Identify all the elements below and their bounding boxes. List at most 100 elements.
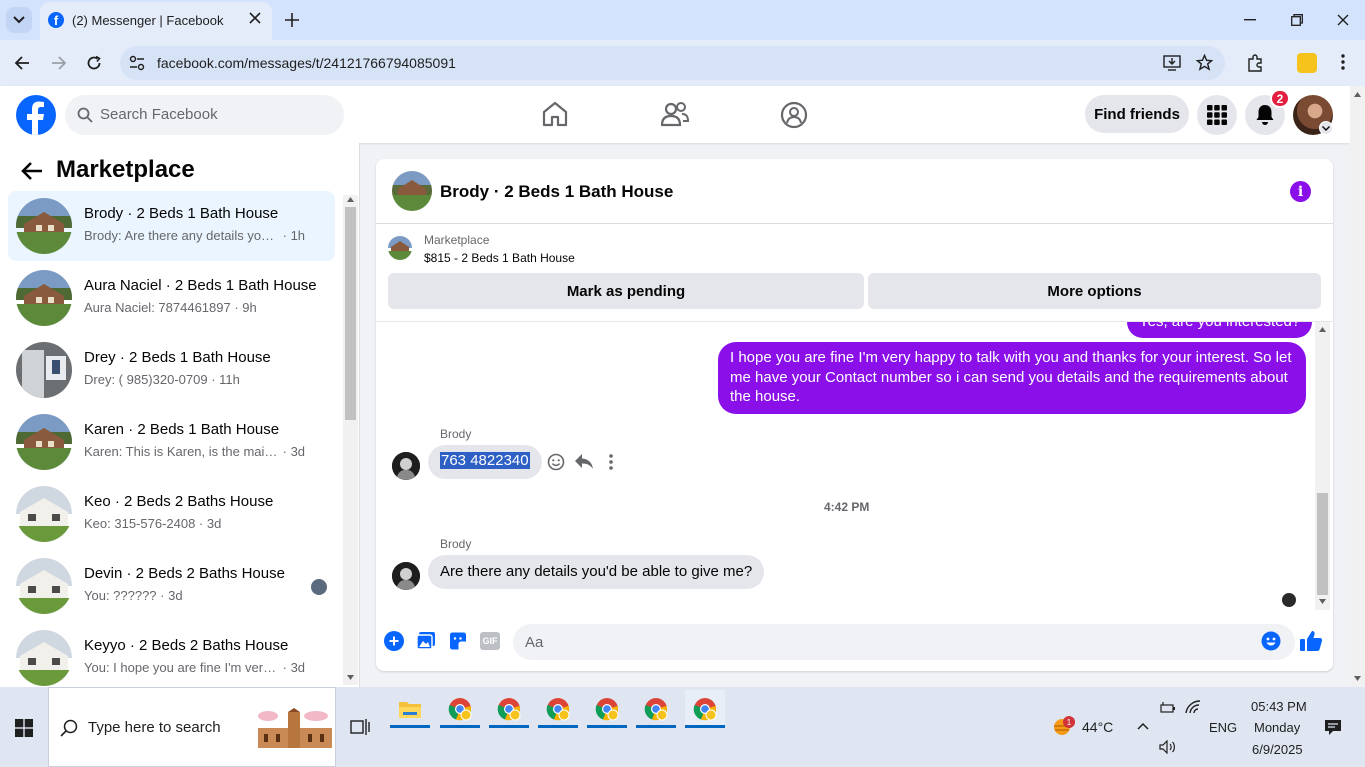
forward-icon[interactable] [51, 55, 67, 71]
chrome-taskbar-button[interactable] [489, 690, 529, 728]
url-text[interactable]: facebook.com/messages/t/2412176679408509… [157, 55, 456, 71]
conversation-snippet: Aura Naciel: 7874461897 [84, 300, 231, 315]
chat-title[interactable]: Brody · 2 Beds 1 Bath House [440, 182, 673, 202]
like-thumbs-up-icon[interactable] [1299, 629, 1323, 653]
page-scroll-up-icon[interactable] [1354, 92, 1361, 97]
minimize-icon[interactable] [1244, 19, 1256, 21]
home-nav-icon[interactable] [541, 101, 569, 127]
bookmark-star-icon[interactable] [1196, 54, 1213, 71]
sender-avatar[interactable] [392, 452, 420, 480]
conversation-snippet: Keo: 315-576-2408 [84, 516, 196, 531]
scroll-up-arrow-icon[interactable] [347, 197, 354, 202]
outgoing-message-bubble[interactable]: Yes, are you interested? [1127, 322, 1313, 338]
action-center-icon[interactable] [1324, 719, 1342, 736]
mark-as-pending-button[interactable]: Mark as pending [388, 273, 864, 309]
menu-button[interactable] [1197, 95, 1237, 135]
browser-menu-icon[interactable] [1341, 54, 1345, 70]
selected-phone-number: 763 4822340 [440, 452, 530, 469]
conversation-item[interactable]: Karen · 2 Beds 1 Bath House Karen: This i… [8, 407, 335, 477]
account-chevron-icon[interactable] [1319, 121, 1333, 135]
attach-photo-icon[interactable] [416, 631, 436, 651]
chrome-taskbar-button[interactable] [440, 690, 480, 728]
conversation-snippet-line: You: ?????? · 3d [84, 588, 183, 603]
page-scroll-down-icon[interactable] [1354, 676, 1361, 681]
new-tab-icon[interactable] [284, 12, 300, 28]
close-tab-icon[interactable] [248, 11, 262, 25]
more-options-button[interactable]: More options [868, 273, 1321, 309]
chat-scroll-up-icon[interactable] [1319, 327, 1326, 332]
chrome-icon [595, 698, 619, 721]
separator-dot: · [279, 444, 291, 459]
bell-icon [1256, 105, 1274, 125]
friends-nav-icon[interactable] [661, 101, 689, 127]
conversation-item[interactable]: Aura Naciel · 2 Beds 1 Bath House Aura Na… [8, 263, 335, 333]
conversation-item[interactable]: Keo · 2 Beds 2 Baths House Keo: 315-576-2… [8, 479, 335, 549]
clock-time[interactable]: 05:43 PM [1251, 699, 1307, 714]
conversation-time: 3d [290, 444, 306, 459]
conversation-snippet: Brody: Are there any details you'd be ab… [84, 228, 279, 243]
back-icon[interactable] [14, 55, 30, 71]
conversation-time: 9h [242, 300, 257, 315]
more-actions-plus-icon[interactable] [384, 631, 404, 651]
conversation-scrollbar-thumb[interactable] [345, 207, 356, 420]
info-icon[interactable]: i [1290, 181, 1311, 202]
back-arrow-icon[interactable] [21, 161, 43, 181]
volume-icon[interactable] [1159, 740, 1177, 754]
find-friends-button[interactable]: Find friends [1085, 95, 1189, 133]
conversation-item[interactable]: Devin · 2 Beds 2 Baths House You: ?????? … [8, 551, 335, 621]
battery-icon[interactable] [1160, 701, 1176, 714]
clock-date[interactable]: 6/9/2025 [1252, 742, 1303, 757]
gif-icon[interactable]: GIF [480, 632, 500, 650]
more-actions-icon[interactable] [609, 454, 613, 470]
task-view-icon[interactable] [350, 718, 370, 736]
emoji-icon[interactable] [1261, 631, 1281, 651]
read-receipt-avatar [1282, 593, 1296, 607]
site-info-icon[interactable] [128, 54, 146, 72]
restore-icon[interactable] [1291, 14, 1303, 26]
sender-avatar[interactable] [392, 562, 420, 590]
install-app-icon[interactable] [1163, 55, 1181, 71]
listing-price-title[interactable]: $815 - 2 Beds 1 Bath House [424, 251, 575, 265]
conversation-snippet: You: ?????? [84, 588, 157, 603]
windows-start-icon[interactable] [15, 719, 33, 737]
reply-icon[interactable] [574, 453, 594, 470]
incoming-message-bubble[interactable]: Are there any details you'd be able to g… [428, 555, 765, 589]
incoming-message-bubble[interactable]: 763 4822340 [428, 445, 542, 479]
scroll-down-arrow-icon[interactable] [347, 675, 354, 680]
facebook-logo[interactable] [16, 95, 56, 135]
conversation-item[interactable]: Keyyo · 2 Beds 2 Baths House You: I hope … [8, 623, 335, 693]
listing-thumbnail[interactable] [388, 236, 412, 260]
profile-extension-icon[interactable] [1297, 53, 1317, 73]
message-input[interactable] [513, 624, 1295, 660]
conversation-item[interactable]: Drey · 2 Beds 1 Bath House Drey: ( 985)32… [8, 335, 335, 405]
conversation-time: 3d [206, 516, 222, 531]
conversation-title: Keo · 2 Beds 2 Baths House [84, 493, 274, 510]
conversation-snippet-line: You: I hope you are fine I'm very happy … [84, 660, 305, 675]
chrome-icon [693, 698, 717, 721]
extensions-icon[interactable] [1246, 54, 1264, 72]
chrome-taskbar-button[interactable] [538, 690, 578, 728]
groups-nav-icon[interactable] [780, 101, 808, 129]
tab-title: (2) Messenger | Facebook [72, 13, 224, 28]
reload-icon[interactable] [86, 55, 102, 71]
close-window-icon[interactable] [1337, 14, 1349, 26]
wifi-icon[interactable] [1185, 700, 1201, 714]
react-emoji-icon[interactable] [547, 453, 565, 471]
sticker-icon[interactable] [448, 631, 468, 651]
chrome-taskbar-button[interactable] [636, 690, 676, 728]
page-scrollbar[interactable] [1350, 86, 1365, 687]
conversation-item[interactable]: Brody · 2 Beds 1 Bath House Brody: Are th… [8, 191, 335, 261]
show-hidden-icons-chevron-icon[interactable] [1137, 722, 1149, 730]
chat-scrollbar-thumb[interactable] [1317, 493, 1328, 595]
tab-search-button[interactable] [6, 7, 32, 33]
conversation-title: Drey · 2 Beds 1 Bath House [84, 349, 271, 366]
chrome-taskbar-button[interactable] [685, 690, 725, 728]
chat-header-avatar[interactable] [392, 171, 432, 211]
file-explorer-taskbar-button[interactable] [390, 690, 430, 728]
weather-temperature[interactable]: 44°C [1082, 719, 1113, 735]
language-indicator[interactable]: ENG [1209, 720, 1237, 735]
chat-scroll-down-icon[interactable] [1319, 599, 1326, 604]
clock-day[interactable]: Monday [1254, 720, 1300, 735]
chrome-taskbar-button[interactable] [587, 690, 627, 728]
outgoing-message-bubble[interactable]: I hope you are fine I'm very happy to ta… [718, 342, 1306, 414]
